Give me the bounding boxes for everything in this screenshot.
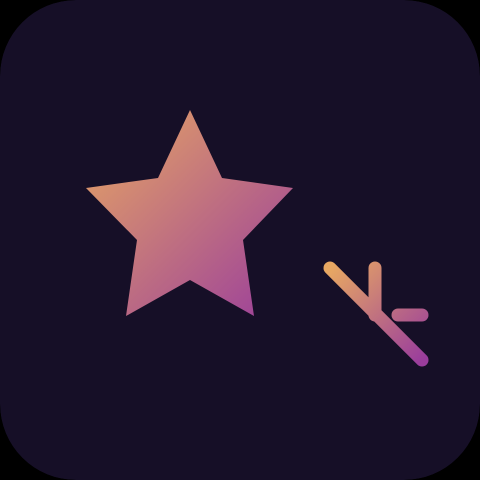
app-icon-graphic xyxy=(0,0,480,480)
app-icon[interactable] xyxy=(0,0,480,480)
